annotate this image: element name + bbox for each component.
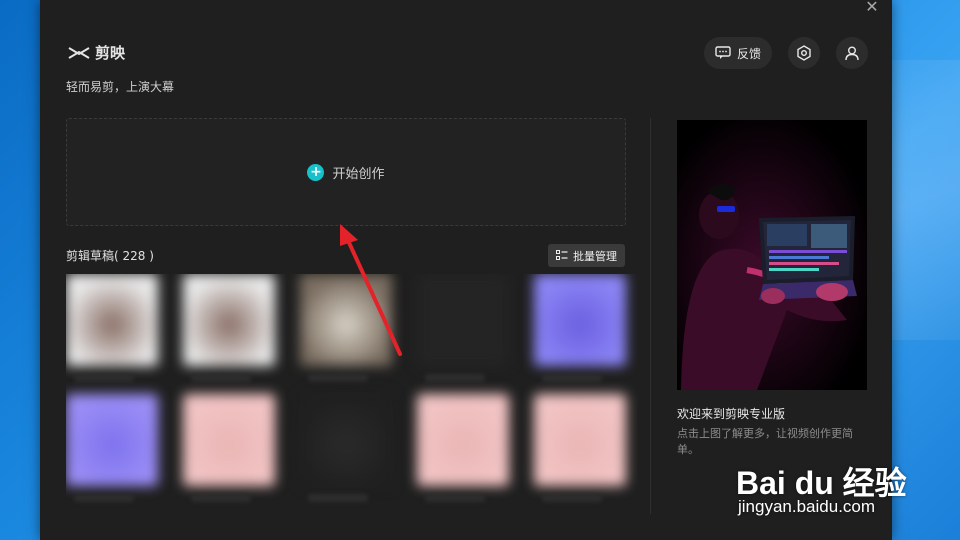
baidu-watermark-url: jingyan.baidu.com xyxy=(738,497,876,516)
